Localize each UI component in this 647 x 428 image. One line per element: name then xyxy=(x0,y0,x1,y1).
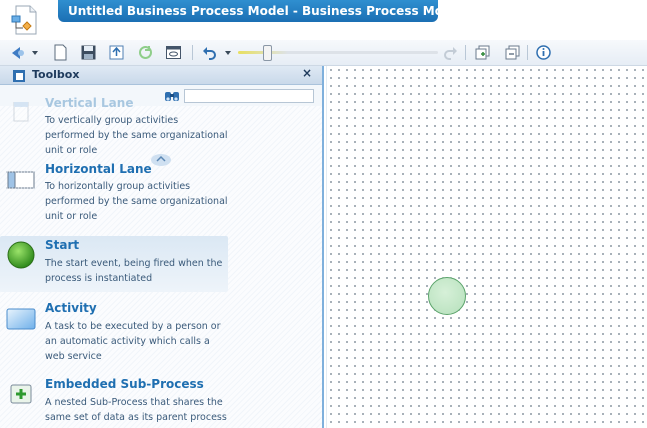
diagram-canvas[interactable] xyxy=(326,66,647,428)
appearance-icon[interactable] xyxy=(9,44,26,61)
toolbox-item-description: To vertically group activities performed… xyxy=(45,115,228,156)
toolbar-separator xyxy=(192,45,193,60)
refresh-icon[interactable] xyxy=(137,44,154,61)
export-icon[interactable] xyxy=(108,44,125,61)
toolbox-item-vertical-lane[interactable]: Vertical Lane To vertically group activi… xyxy=(0,90,228,156)
start-event-icon xyxy=(6,240,36,269)
toolbar-separator xyxy=(527,45,528,60)
expand-icon[interactable] xyxy=(474,44,491,61)
toolbox-icon xyxy=(12,68,26,82)
toolbox-panel: Toolbox × Vertical Lane To vertically gr… xyxy=(0,66,324,428)
activity-icon xyxy=(6,308,36,336)
toolbox-header: Toolbox × xyxy=(0,66,322,85)
toolbox-item-embedded-sub-process[interactable]: Embedded Sub-Process A nested Sub-Proces… xyxy=(0,376,228,428)
toolbox-item-name: Start xyxy=(45,238,80,252)
chevron-down-icon[interactable] xyxy=(30,44,40,61)
collapse-icon[interactable] xyxy=(504,44,521,61)
subprocess-icon xyxy=(6,382,36,410)
undo-icon[interactable] xyxy=(201,44,218,61)
toolbox-item-name: Embedded Sub-Process xyxy=(45,377,204,391)
process-model-icon xyxy=(10,4,40,36)
main-toolbar xyxy=(0,40,647,66)
toolbox-item-description: A nested Sub-Process that shares the sam… xyxy=(45,397,227,423)
toolbox-item-name: Vertical Lane xyxy=(45,96,134,110)
toolbox-item-description: The start event, being fired when the pr… xyxy=(45,258,223,284)
title-bar: Untitled Business Process Model - Busine… xyxy=(0,0,647,40)
zoom-slider-thumb[interactable] xyxy=(263,45,272,61)
toolbox-item-activity[interactable]: Activity A task to be executed by a pers… xyxy=(0,300,228,364)
toolbox-title: Toolbox xyxy=(32,68,80,81)
toolbox-item-description: To horizontally group activities perform… xyxy=(45,181,228,222)
info-icon[interactable] xyxy=(535,44,552,61)
toolbox-item-start[interactable]: Start The start event, being fired when … xyxy=(0,236,228,292)
vertical-lane-icon xyxy=(6,101,36,130)
toolbox-item-name: Horizontal Lane xyxy=(45,162,152,176)
close-icon[interactable]: × xyxy=(302,66,312,80)
preview-icon[interactable] xyxy=(165,44,182,61)
new-document-icon[interactable] xyxy=(52,44,69,61)
horizontal-lane-icon xyxy=(6,168,36,196)
toolbox-item-name: Activity xyxy=(45,301,97,315)
start-event-node[interactable] xyxy=(428,277,466,315)
save-icon[interactable] xyxy=(80,44,97,61)
toolbox-item-horizontal-lane[interactable]: Horizontal Lane To horizontally group ac… xyxy=(0,162,228,226)
window-title: Untitled Business Process Model - Busine… xyxy=(58,0,470,22)
toolbox-list: Vertical Lane To vertically group activi… xyxy=(0,96,322,428)
toolbox-item-description: A task to be executed by a person or an … xyxy=(45,321,221,362)
chevron-down-icon[interactable] xyxy=(223,44,233,61)
redo-icon[interactable] xyxy=(442,44,459,61)
toolbar-separator xyxy=(465,45,466,60)
